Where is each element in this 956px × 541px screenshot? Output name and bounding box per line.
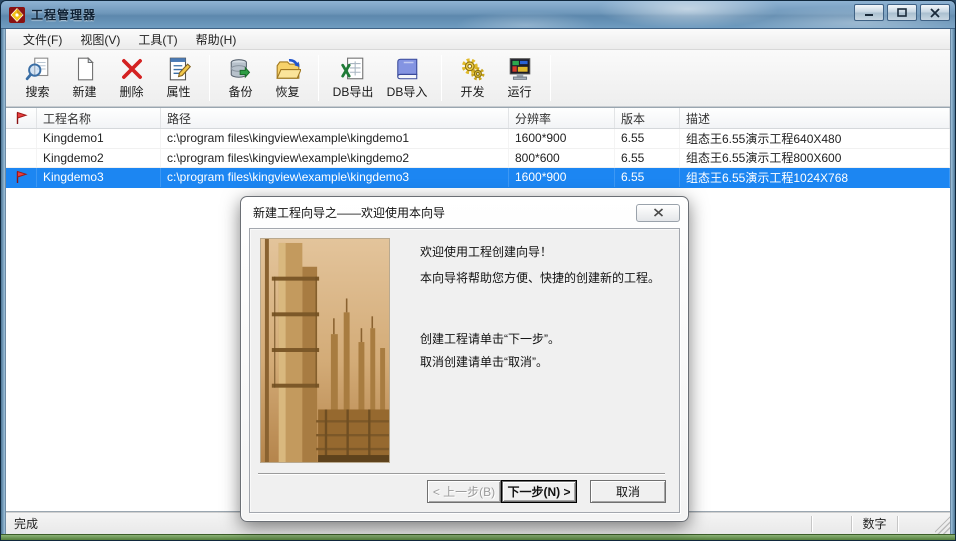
new-icon	[72, 56, 98, 82]
db-import-button[interactable]: DB导入	[380, 53, 434, 103]
menu-view[interactable]: 视图(V)	[71, 29, 129, 50]
run-icon	[507, 56, 533, 82]
window-bottom-border	[1, 534, 955, 540]
backup-button[interactable]: 备份	[217, 53, 264, 103]
header-version[interactable]: 版本	[615, 108, 680, 128]
project-name: Kingdemo1	[37, 129, 161, 148]
toolbar-separator	[550, 55, 551, 101]
menu-file[interactable]: 文件(F)	[14, 29, 71, 50]
project-description: 组态王6.55演示工程1024X768	[680, 168, 950, 187]
maximize-button[interactable]	[887, 4, 917, 21]
db-export-button[interactable]: DB导出	[326, 53, 380, 103]
project-description: 组态王6.55演示工程800X600	[680, 149, 950, 168]
toolbar-separator	[318, 55, 319, 101]
welcome-line-1: 欢迎使用工程创建向导！	[420, 245, 669, 259]
next-button[interactable]: 下一步(N) >	[501, 480, 577, 503]
toolbar: 搜索 新建 删除	[6, 50, 950, 107]
header-flag-cell[interactable]	[6, 108, 37, 128]
refinery-photo	[260, 238, 390, 463]
minimize-button[interactable]	[854, 4, 884, 21]
project-resolution: 1600*900	[509, 168, 615, 187]
num-lock-indicator: 数字	[851, 516, 897, 532]
toolbar-label: 删除	[119, 83, 143, 100]
status-pane	[811, 516, 851, 532]
window-title: 工程管理器	[31, 6, 96, 23]
menu-tools[interactable]: 工具(T)	[129, 29, 186, 50]
restore-button[interactable]: 恢复	[264, 53, 311, 103]
header-description[interactable]: 描述	[680, 108, 950, 128]
cancel-button[interactable]: 取消	[590, 480, 666, 503]
project-resolution: 800*600	[509, 149, 615, 168]
table-row-kingdemo2[interactable]: Kingdemo2 c:\program files\kingview\exam…	[6, 149, 950, 169]
project-version: 6.55	[615, 129, 680, 148]
resize-grip-icon[interactable]	[935, 513, 950, 534]
develop-button[interactable]: 开发	[449, 53, 496, 103]
dialog-separator	[258, 473, 665, 475]
dialog-content-panel: 欢迎使用工程创建向导！ 本向导将帮助您方便、快捷的创建新的工程。 创建工程请单击…	[249, 228, 680, 513]
row-flag-cell	[6, 149, 37, 168]
develop-icon	[460, 56, 486, 82]
search-icon	[25, 56, 51, 82]
table-row-kingdemo1[interactable]: Kingdemo1 c:\program files\kingview\exam…	[6, 129, 950, 149]
db-import-icon	[394, 56, 420, 82]
project-name: Kingdemo3	[37, 168, 161, 187]
restore-icon	[275, 56, 301, 82]
project-name: Kingdemo2	[37, 149, 161, 168]
dialog-title: 新建工程向导之——欢迎使用本向导	[253, 204, 445, 221]
project-version: 6.55	[615, 149, 680, 168]
delete-button[interactable]: 删除	[108, 53, 155, 103]
row-flag-cell	[6, 168, 37, 187]
new-button[interactable]: 新建	[61, 53, 108, 103]
table-row-kingdemo3-selected[interactable]: Kingdemo3 c:\program files\kingview\exam…	[6, 168, 950, 188]
dialog-title-bar[interactable]: 新建工程向导之——欢迎使用本向导	[241, 197, 688, 228]
dialog-close-button[interactable]	[636, 204, 680, 222]
title-bar[interactable]: 工程管理器	[1, 1, 955, 29]
backup-icon	[228, 56, 254, 82]
project-description: 组态王6.55演示工程640X480	[680, 129, 950, 148]
flag-icon	[15, 111, 28, 125]
project-path: c:\program files\kingview\example\kingde…	[161, 129, 509, 148]
toolbar-separator	[441, 55, 442, 101]
search-button[interactable]: 搜索	[14, 53, 61, 103]
table-header: 工程名称 路径 分辨率 版本 描述	[6, 108, 950, 129]
properties-icon	[166, 56, 192, 82]
close-button[interactable]	[920, 4, 950, 21]
db-export-icon	[340, 56, 366, 82]
welcome-line-2: 本向导将帮助您方便、快捷的创建新的工程。	[420, 271, 669, 285]
header-path[interactable]: 路径	[161, 108, 509, 128]
toolbar-label: 新建	[72, 83, 96, 100]
toolbar-label: 属性	[166, 83, 190, 100]
toolbar-label: 开发	[460, 83, 484, 100]
toolbar-label: 运行	[507, 83, 531, 100]
menu-help[interactable]: 帮助(H)	[187, 29, 246, 50]
menu-bar: 文件(F) 视图(V) 工具(T) 帮助(H)	[6, 29, 950, 50]
new-project-wizard-dialog: 新建工程向导之——欢迎使用本向导	[240, 196, 689, 522]
project-path: c:\program files\kingview\example\kingde…	[161, 168, 509, 187]
toolbar-label: DB导入	[387, 83, 428, 100]
toolbar-label: 搜索	[25, 83, 49, 100]
toolbar-label: DB导出	[333, 83, 374, 100]
header-resolution[interactable]: 分辨率	[509, 108, 615, 128]
toolbar-label: 备份	[228, 83, 252, 100]
row-flag-cell	[6, 129, 37, 148]
project-resolution: 1600*900	[509, 129, 615, 148]
flag-icon	[15, 170, 28, 184]
delete-icon	[119, 56, 145, 82]
back-button[interactable]: < 上一步(B)	[427, 480, 501, 503]
status-pane	[897, 516, 935, 532]
hint-line-2: 取消创建请单击“取消”。	[420, 355, 669, 369]
window-right-border	[951, 29, 955, 534]
hint-line-1: 创建工程请单击“下一步”。	[420, 332, 669, 346]
toolbar-separator	[209, 55, 210, 101]
properties-button[interactable]: 属性	[155, 53, 202, 103]
header-project-name[interactable]: 工程名称	[37, 108, 161, 128]
project-path: c:\program files\kingview\example\kingde…	[161, 149, 509, 168]
toolbar-label: 恢复	[275, 83, 299, 100]
project-version: 6.55	[615, 168, 680, 187]
app-logo-icon	[9, 7, 25, 23]
run-button[interactable]: 运行	[496, 53, 543, 103]
